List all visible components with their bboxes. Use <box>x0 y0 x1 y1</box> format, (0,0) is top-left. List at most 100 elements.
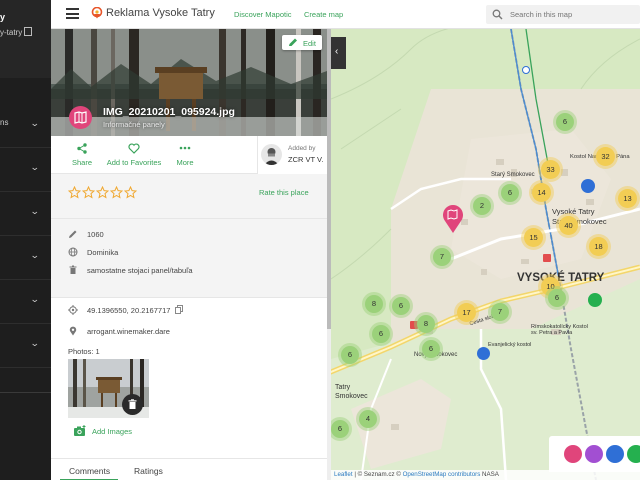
detail-value: samostatne stojaci panel/tabuľa <box>87 266 193 275</box>
seznam-credit: © Seznam.cz <box>357 471 395 478</box>
map-cluster[interactable]: 2 <box>473 197 491 215</box>
map-cluster[interactable]: 7 <box>433 248 451 266</box>
tab-comments[interactable]: Comments <box>69 466 110 476</box>
star-icon[interactable] <box>68 186 81 199</box>
map-cluster[interactable]: 18 <box>589 237 608 256</box>
share-label: Share <box>71 158 92 167</box>
chevron-down-icon: ⌄ <box>29 338 40 348</box>
more-label: More <box>176 158 194 167</box>
nasa-credit: NASA <box>482 471 499 478</box>
nav-create-map[interactable]: Create map <box>304 10 343 19</box>
map-cluster[interactable]: 6 <box>556 113 574 131</box>
chevron-left-icon: ‹ <box>335 46 339 57</box>
share-icon <box>77 143 87 154</box>
category-museum-icon[interactable] <box>606 445 624 463</box>
sidebar-item-6[interactable]: ⌄ <box>0 324 51 368</box>
map-cluster[interactable]: 4 <box>359 410 377 428</box>
star-rating[interactable] <box>68 186 138 201</box>
chevron-down-icon: ⌄ <box>29 206 40 216</box>
tab-ratings[interactable]: Ratings <box>134 466 163 476</box>
place-detail-panel: Edit IMG_20210201_095924.jpg Informačné … <box>51 29 331 480</box>
photo-title: IMG_20210201_095924.jpg <box>103 106 235 118</box>
map-cluster[interactable]: 6 <box>341 346 359 364</box>
copy-icon[interactable] <box>24 27 32 36</box>
poi-money-icon[interactable] <box>588 293 602 307</box>
map-cluster[interactable]: 6 <box>331 420 349 438</box>
tab-bar: Comments Ratings <box>51 458 327 480</box>
more-icon <box>179 146 191 150</box>
map-cluster[interactable]: 8 <box>417 315 435 333</box>
more-button[interactable]: More <box>171 136 199 174</box>
attribution-separator: | <box>354 471 356 478</box>
osm-copyright: © <box>396 471 401 478</box>
leaflet-link[interactable]: Leaflet <box>334 471 353 478</box>
map-label: Starý Smokovec <box>491 172 535 178</box>
menu-icon[interactable] <box>66 8 79 19</box>
poi-museum-icon[interactable] <box>477 347 490 360</box>
app-title[interactable]: Reklama Vysoke Tatry <box>106 7 215 19</box>
map-cluster[interactable]: 6 <box>548 289 566 307</box>
map-label: Tatry <box>335 384 351 391</box>
edit-button[interactable]: Edit <box>282 35 322 50</box>
poi-church-icon[interactable] <box>581 179 595 193</box>
sidebar-item-5[interactable]: ⌄ <box>0 280 51 324</box>
map-cluster[interactable]: 15 <box>524 228 543 247</box>
search-box[interactable] <box>486 5 640 24</box>
map-cluster[interactable]: 17 <box>457 303 476 322</box>
sidebar-item-3[interactable]: ⌄ <box>0 192 51 236</box>
crosshair-icon <box>68 305 78 315</box>
map-cluster[interactable]: 7 <box>491 303 509 321</box>
map-cluster[interactable]: 6 <box>372 325 390 343</box>
map-cluster[interactable]: 32 <box>596 147 615 166</box>
delete-photo-button[interactable] <box>122 394 143 415</box>
chevron-down-icon: ⌄ <box>29 118 40 128</box>
star-icon[interactable] <box>124 186 137 199</box>
map-cluster[interactable]: 6 <box>501 184 519 202</box>
top-bar: Reklama Vysoke Tatry Discover Mapotic Cr… <box>51 0 640 29</box>
map-cluster[interactable]: 13 <box>618 189 637 208</box>
poi-bus-icon[interactable] <box>543 254 551 262</box>
share-button[interactable]: Share <box>65 136 99 174</box>
sidebar-item-1[interactable]: ns ⌄ <box>0 104 51 148</box>
sidebar-divider <box>0 392 51 393</box>
map-cluster[interactable]: 40 <box>559 216 578 235</box>
rate-place-link[interactable]: Rate this place <box>259 188 309 197</box>
star-icon[interactable] <box>82 186 95 199</box>
poi-station-icon[interactable] <box>522 66 530 74</box>
category-panels-icon[interactable] <box>564 445 582 463</box>
sidebar-item-2[interactable]: ⌄ <box>0 148 51 192</box>
copy-icon[interactable] <box>175 305 183 314</box>
nav-discover-mapotic[interactable]: Discover Mapotic <box>234 10 292 19</box>
category-money-icon[interactable] <box>627 445 640 463</box>
location-section: 49.1396550, 20.2167717 arrogant.winemake… <box>51 297 327 352</box>
add-photo-icon <box>74 425 86 436</box>
map-cluster[interactable]: 6 <box>422 340 440 358</box>
location-pin-icon <box>69 326 77 336</box>
action-bar: Share Add to Favorites More Added by ZCR… <box>51 136 327 174</box>
place-photo[interactable]: Edit IMG_20210201_095924.jpg Informačné … <box>51 29 327 136</box>
star-icon[interactable] <box>96 186 109 199</box>
add-images-button[interactable]: Add Images <box>73 425 132 439</box>
star-icon[interactable] <box>110 186 123 199</box>
map-view[interactable]: VYSOKÉ TATRY Starý Smokovec Vysoké Tatry… <box>331 29 640 480</box>
add-to-favorites-button[interactable]: Add to Favorites <box>103 136 165 174</box>
selected-place-marker-icon[interactable] <box>442 204 464 234</box>
added-by[interactable]: Added by ZCR VT V. <box>257 136 327 174</box>
photos-count: Photos: 1 <box>68 347 100 356</box>
map-cluster[interactable]: 14 <box>532 183 551 202</box>
collapse-panel-button[interactable]: ‹ <box>331 37 346 69</box>
category-badge-icon <box>69 106 92 129</box>
photo-thumbnail[interactable] <box>68 359 149 418</box>
category-globe-icon[interactable] <box>585 445 603 463</box>
map-cluster[interactable]: 6 <box>392 297 410 315</box>
chevron-down-icon: ⌄ <box>29 294 40 304</box>
map-cluster[interactable]: 33 <box>541 160 560 179</box>
map-cluster[interactable]: 8 <box>365 295 383 313</box>
pencil-icon <box>289 38 297 46</box>
sidebar-header: y y-tatry <box>0 0 51 78</box>
sidebar-item-4[interactable]: ⌄ <box>0 236 51 280</box>
search-input[interactable] <box>510 7 636 22</box>
place-details: 1060 Dominika samostatne stojaci panel/t… <box>51 219 327 297</box>
avatar <box>261 144 282 165</box>
osm-link[interactable]: OpenStreetMap contributors <box>403 471 481 478</box>
